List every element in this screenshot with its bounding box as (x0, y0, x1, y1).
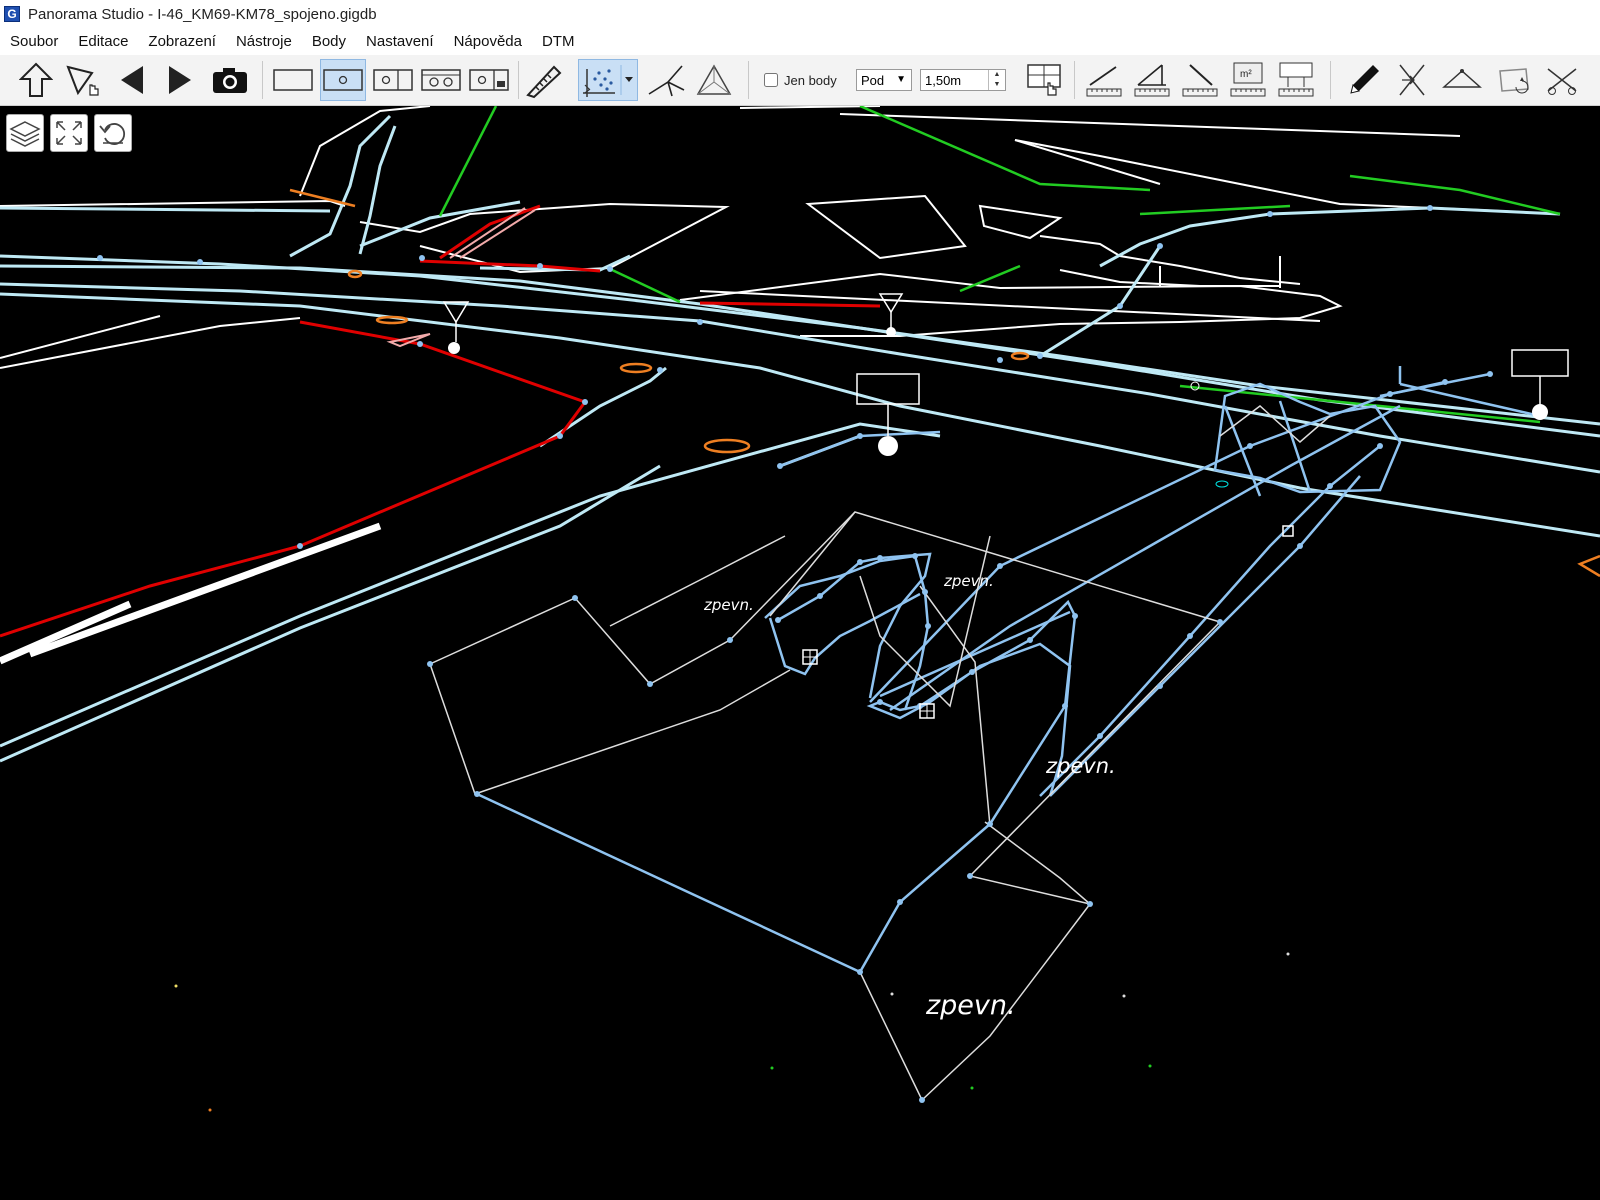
menu-soubor[interactable]: Soubor (0, 28, 68, 55)
dropdown-arrow-icon (625, 77, 633, 82)
camera-icon[interactable] (208, 59, 252, 101)
fit-extent-icon[interactable] (50, 114, 88, 152)
next-icon[interactable] (160, 59, 200, 101)
window-title: Panorama Studio - I-46_KM69-KM78_spojeno… (28, 5, 377, 23)
measure-pen-icon[interactable] (522, 59, 566, 101)
move-rectangle-icon[interactable] (1490, 59, 1538, 101)
triangle-points-icon[interactable] (692, 59, 736, 101)
only-points-label: Jen body (784, 72, 837, 88)
toolbar-separator (748, 61, 749, 99)
rect-circle-icon[interactable] (320, 59, 366, 101)
grid-cursor-icon[interactable] (1022, 59, 1066, 101)
toolbar-separator (1330, 61, 1331, 99)
height-input[interactable]: 1,50m ▲ ▼ (920, 69, 1006, 91)
measure-area-icon[interactable]: m² (1226, 59, 1270, 101)
rect-text-icon[interactable] (466, 59, 512, 101)
spin-buttons[interactable]: ▲ ▼ (988, 70, 1005, 90)
surface-label: zpevn. (926, 990, 1016, 1021)
menu-bar: Soubor Editace Zobrazení Nástroje Body N… (0, 28, 1600, 55)
app-icon: G (4, 6, 20, 22)
only-points-checkbox[interactable]: Jen body (764, 68, 837, 92)
svg-text:m²: m² (1240, 69, 1252, 80)
white-outlines (0, 106, 1561, 369)
surface-label: zpevn. (704, 596, 754, 614)
menu-dtm[interactable]: DTM (532, 28, 585, 55)
surface-label: zpevn. (1046, 754, 1116, 778)
arrow-up-icon[interactable] (14, 59, 58, 101)
triangle-line-icon[interactable] (1438, 59, 1486, 101)
menu-napoveda[interactable]: Nápověda (444, 28, 532, 55)
point-cloud-icon[interactable] (578, 59, 638, 101)
select-cursor-icon[interactable] (60, 59, 104, 101)
white-thick-lines (0, 522, 382, 665)
rect-circle-split-icon[interactable] (370, 59, 416, 101)
position-select-value: Pod (861, 72, 885, 88)
layers-icon[interactable] (6, 114, 44, 152)
previous-icon[interactable] (112, 59, 152, 101)
undo-view-icon[interactable] (94, 114, 132, 152)
cad-drawing (0, 106, 1600, 1112)
toolbar-separator (262, 61, 263, 99)
toolbar: Jen body Pod ▼ 1,50m ▲ ▼ m² (0, 55, 1600, 106)
cut-lines-icon[interactable] (1540, 59, 1584, 101)
title-bar: G Panorama Studio - I-46_KM69-KM78_spoje… (0, 0, 1600, 28)
rect-single-icon[interactable] (270, 59, 316, 101)
height-value: 1,50m (925, 72, 962, 88)
menu-nastaveni[interactable]: Nastavení (356, 28, 444, 55)
menu-editace[interactable]: Editace (68, 28, 138, 55)
green-lines (438, 106, 1561, 424)
surface-label: zpevn. (944, 572, 994, 590)
measure-angle-icon[interactable] (1130, 59, 1174, 101)
scattered-dots (174, 952, 1290, 1112)
measure-slope-icon[interactable] (1178, 59, 1222, 101)
menu-nastroje[interactable]: Nástroje (226, 28, 302, 55)
position-select[interactable]: Pod ▼ (856, 69, 912, 91)
menu-zobrazeni[interactable]: Zobrazení (138, 28, 226, 55)
toolbar-separator (1074, 61, 1075, 99)
toolbar-separator (518, 61, 519, 99)
only-points-check[interactable] (764, 73, 778, 87)
chevron-down-icon: ▼ (896, 74, 906, 85)
map-viewport[interactable]: zpevn. zpevn. zpevn. zpevn. (0, 106, 1600, 1200)
pencil-icon[interactable] (1342, 59, 1386, 101)
split-lines-icon[interactable] (1390, 59, 1434, 101)
menu-body[interactable]: Body (302, 28, 356, 55)
measure-line-icon[interactable] (1082, 59, 1126, 101)
road-lines-cyan (0, 114, 1600, 763)
measure-board-icon[interactable] (1274, 59, 1318, 101)
rect-double-circle-icon[interactable] (418, 59, 464, 101)
line-vertex-icon[interactable] (644, 59, 688, 101)
